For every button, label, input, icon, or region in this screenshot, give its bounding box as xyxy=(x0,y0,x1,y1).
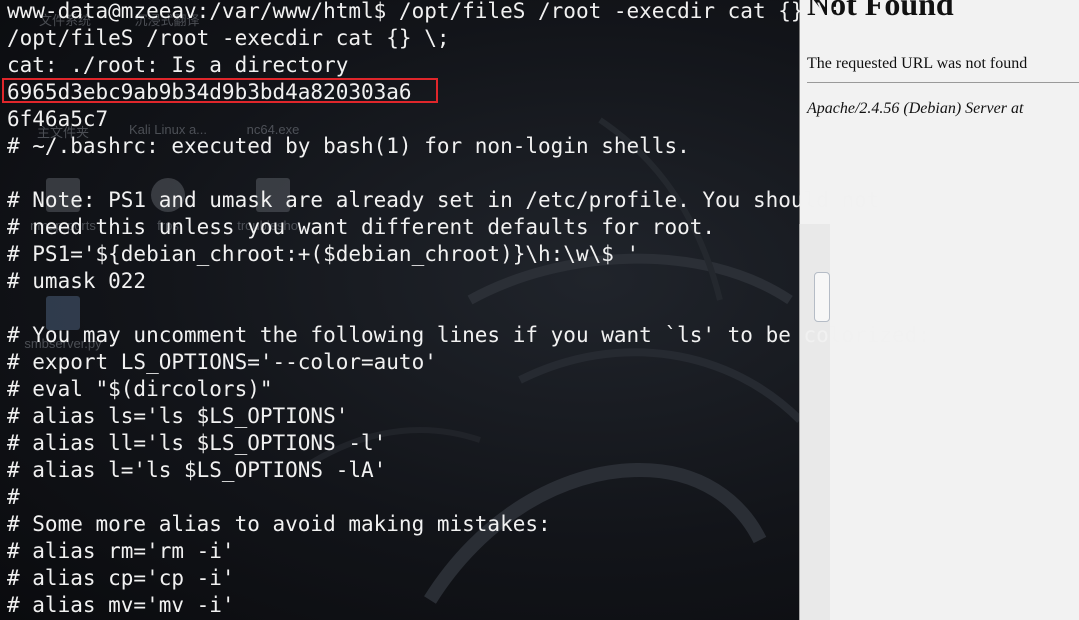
terminal-line-error: cat: ./root: Is a directory xyxy=(7,53,349,77)
terminal-line-hash-tail: 6f46a5c7 xyxy=(7,107,109,131)
terminal-line: # need this unless you want different de… xyxy=(7,215,716,239)
terminal-output[interactable]: www-data@mzeeav:/var/www/html$ /opt/file… xyxy=(0,0,1079,620)
screen: 文件系统 沉浸式翻译 主文件夹 Kali Linux a... nc64.exe… xyxy=(0,0,1079,620)
terminal-line: # alias ll='ls $LS_OPTIONS -l' xyxy=(7,431,387,455)
terminal-line: # alias rm='rm -i' xyxy=(7,539,235,563)
terminal-line: # alias cp='cp -i' xyxy=(7,566,235,590)
terminal-line: # ~/.bashrc: executed by bash(1) for non… xyxy=(7,134,690,158)
terminal-line-command: www-data@mzeeav:/var/www/html$ /opt/file… xyxy=(7,0,842,23)
terminal-line: # alias ls='ls $LS_OPTIONS' xyxy=(7,404,349,428)
terminal-line: # alias mv='mv -i' xyxy=(7,593,235,617)
terminal-line: # You may uncomment the following lines … xyxy=(7,323,930,347)
terminal-line: # Some more alias to avoid making mistak… xyxy=(7,512,551,536)
terminal-line-echo: /opt/fileS /root -execdir cat {} \; xyxy=(7,26,450,50)
terminal-line: # umask 022 xyxy=(7,269,147,293)
terminal-line: # Note: PS1 and umask are already set in… xyxy=(7,188,880,212)
terminal-line: # xyxy=(7,485,20,509)
terminal-line: # alias l='ls $LS_OPTIONS -lA' xyxy=(7,458,387,482)
hash-highlight-box xyxy=(2,78,438,103)
terminal-line: # eval "$(dircolors)" xyxy=(7,377,273,401)
terminal-line: # export LS_OPTIONS='--color=auto' xyxy=(7,350,437,374)
terminal-line: # PS1='${debian_chroot:+($debian_chroot)… xyxy=(7,242,640,266)
